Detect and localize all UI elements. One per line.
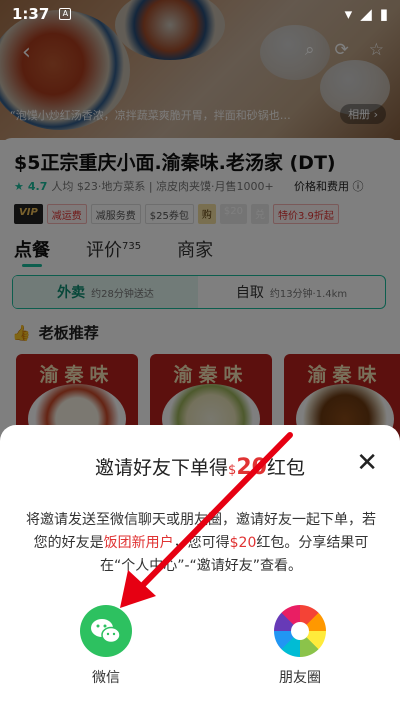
title-suffix: 红包 (266, 457, 305, 479)
wechat-icon (80, 605, 132, 657)
desc-text: ，您可得 (173, 535, 230, 551)
wifi-icon: ▾ (344, 5, 353, 23)
title-amount: 20 (236, 455, 267, 480)
invite-description: 将邀请发送至微信聊天或朋友圈，邀请好友一起下单，若您的好友是饭团新用户，您可得$… (26, 509, 376, 578)
moments-icon (274, 605, 326, 657)
share-wechat-button[interactable]: 微信 (66, 605, 146, 687)
sheet-title: 邀请好友下单得$20红包 (0, 453, 400, 480)
status-bar: 1:37 A ▾ ◢ ▮ (0, 0, 400, 28)
share-moments-button[interactable]: 朋友圈 (260, 605, 340, 687)
desc-highlight: 饭团新用户 (103, 535, 174, 551)
desc-highlight: $20 (229, 535, 257, 551)
invite-share-sheet: 邀请好友下单得$20红包 ✕ 将邀请发送至微信聊天或朋友圈，邀请好友一起下单，若… (0, 425, 400, 710)
close-icon[interactable]: ✕ (356, 450, 378, 476)
signal-icon: ◢ (360, 5, 372, 23)
share-moments-label: 朋友圈 (279, 670, 321, 686)
share-wechat-label: 微信 (92, 670, 120, 686)
status-time: 1:37 (12, 5, 50, 23)
title-prefix: 邀请好友下单得 (95, 457, 229, 479)
notification-icon: A (59, 8, 72, 20)
battery-icon: ▮ (379, 5, 388, 23)
